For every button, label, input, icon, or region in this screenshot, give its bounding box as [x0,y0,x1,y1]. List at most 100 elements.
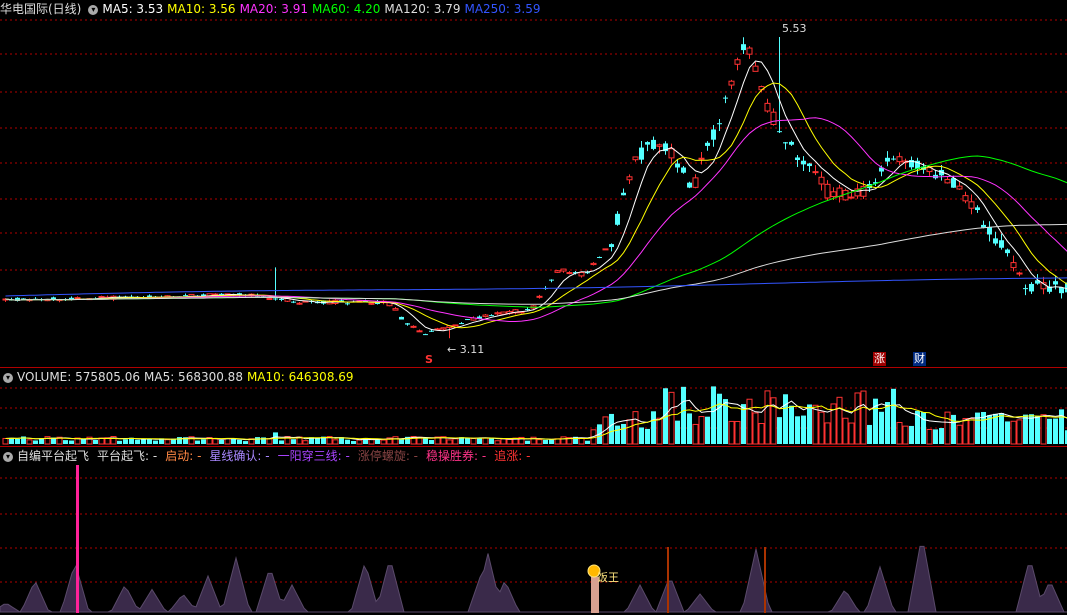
candle-body [891,158,896,160]
volume-bar [933,429,938,444]
ma-legend-item: MA5: 3.53 [102,2,164,16]
ma-legend-item: MA20: 3.91 [239,2,308,16]
volume-value: VOLUME: 575805.06 [17,370,140,384]
high-price-label: 5.53 [782,22,807,35]
candle-body [423,334,428,336]
candle-body [525,309,530,311]
ma-legend-item: MA120: 3.79 [384,2,461,16]
signal-bar [76,465,79,613]
volume-bar [93,439,98,444]
volume-bar [698,416,705,445]
candle-body [410,325,417,328]
volume-bar [500,438,507,445]
volume-bar [345,439,350,444]
ma250-line [5,277,1067,297]
volume-bar [801,415,806,444]
volume-bar [291,439,296,444]
candle-body [566,272,573,275]
collapse-icon[interactable]: ▾ [3,451,13,462]
stock-title: 华电国际(日线) [0,2,82,16]
indicator-item: 平台起飞: - [97,449,158,463]
candle-body [482,314,489,318]
indicator-name: 自编平台起飞 [17,449,90,463]
candle-body [459,323,464,325]
candle-body [698,157,705,160]
signal-s-marker[interactable]: S [424,353,434,367]
indicator-chart[interactable] [0,447,1067,615]
candle-body [609,244,614,247]
candle-body [741,44,746,51]
candle-body [1010,262,1017,269]
candle-body [632,156,639,161]
signal-bar [764,547,766,613]
main-chart-panel[interactable]: 华电国际(日线) ▾ MA5: 3.53 MA10: 3.56 MA20: 3.91 MA… [0,0,1067,367]
volume-bar [26,439,33,445]
main-legend: 华电国际(日线) ▾ MA5: 3.53 MA10: 3.56 MA20: 3.91 MA… [0,0,549,18]
volume-bar [506,438,513,445]
signal-cai-marker[interactable]: 财 [913,352,926,366]
candle-body [968,201,975,209]
volume-panel[interactable]: ▾ VOLUME: 575805.06 MA5: 568300.88 MA10: 64… [0,368,1067,446]
volume-bar [668,391,675,445]
candle-body [429,330,434,332]
volume-bar [470,437,477,445]
volume-bar [951,414,956,444]
volume-bar [482,437,489,445]
indicator-item: 启动: - [165,449,202,463]
candle-body [656,144,663,147]
volume-bar [705,416,710,444]
volume-bar [848,422,855,445]
candle-body [675,163,680,168]
signal-zhang-marker[interactable]: 涨 [873,352,886,366]
volume-bar [645,428,650,444]
candle-body [1005,249,1010,254]
volume-bar [446,439,453,445]
candle-body [452,324,459,327]
volume-bar [201,439,206,444]
candle-body [1029,283,1034,292]
candle-body [291,301,296,303]
volume-bar [891,388,896,444]
candle-body [645,142,650,145]
volume-bar [1047,418,1052,444]
volume-bar [639,427,644,444]
candle-body [549,279,554,281]
indicator-panel[interactable]: ▾ 自编平台起飞 平台起飞: - 启动: - 星线确认: - 一阳穿三线: - 涨停螺旋: … [0,447,1067,615]
volume-bar [279,440,284,444]
volume-bar [1059,409,1064,444]
volume-bar [752,412,759,445]
volume-bar [777,417,782,444]
volume-bar [1005,421,1010,444]
volume-bar [734,420,741,445]
candle-body [74,297,81,300]
candle-body [368,302,375,305]
volume-bar [1053,418,1058,444]
candle-body [752,65,759,72]
candle-body [830,191,837,197]
indicator-legend: ▾ 自编平台起飞 平台起飞: - 启动: - 星线确认: - 一阳穿三线: - 涨停螺旋: … [0,447,538,465]
volume-bar [549,439,554,444]
volume-bar [626,419,633,445]
candle-body [578,271,585,277]
volume-bar [1040,414,1047,445]
volume-bar [44,436,51,445]
candle-body [885,157,890,162]
candle-body [345,303,350,305]
volume-bar [380,439,387,445]
candle-body [626,176,633,181]
volume-bar [656,417,663,445]
volume-bar [818,411,825,445]
volume-bar [746,398,753,445]
candle-body [818,176,825,185]
volume-bar [237,439,242,444]
collapse-icon[interactable]: ▾ [3,372,13,383]
collapse-icon[interactable]: ▾ [88,4,99,15]
candle-body [789,141,794,145]
volume-bar [824,422,831,445]
volume-bar [860,390,867,445]
candle-body [777,131,782,133]
volume-bar [423,437,428,444]
volume-bar [429,440,434,444]
candle-body [824,183,831,199]
candlestick-chart[interactable] [0,0,1067,367]
